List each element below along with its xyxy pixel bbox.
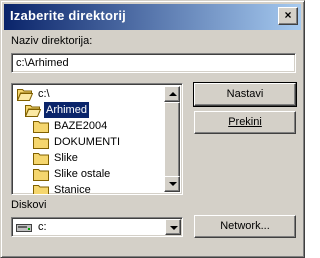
network-button[interactable]: Network...	[194, 215, 296, 238]
directory-item-label: Arhimed	[44, 102, 89, 118]
dir-name-input[interactable]: c:\Arhimed	[11, 53, 296, 73]
arrow-down-icon	[169, 182, 177, 186]
drives-dropdown-button[interactable]	[165, 219, 181, 235]
folder-open-icon	[24, 103, 42, 117]
directory-item-label: BAZE2004	[54, 120, 108, 132]
title-bar[interactable]: Izaberite direktorij ×	[4, 4, 301, 30]
directory-item-label: Slike	[54, 152, 78, 164]
window-title: Izaberite direktorij	[10, 8, 126, 23]
directory-item[interactable]: DOKUMENTI	[30, 134, 162, 150]
folder-icon	[33, 167, 49, 181]
folder-open-icon	[16, 87, 34, 101]
directory-item-label: Stanice	[54, 184, 91, 195]
arrow-up-icon	[169, 92, 177, 96]
dialog-window: Izaberite direktorij × Naziv direktorija…	[0, 0, 305, 258]
directory-item[interactable]: Slike ostale	[30, 166, 162, 182]
folder-icon	[33, 151, 49, 165]
close-button[interactable]: ×	[278, 7, 298, 25]
directory-item[interactable]: c:\	[14, 86, 162, 102]
folder-icon	[33, 119, 49, 133]
scroll-down-button[interactable]	[164, 176, 180, 192]
directory-item[interactable]: BAZE2004	[30, 118, 162, 134]
dir-name-value: c:\Arhimed	[16, 57, 69, 69]
folder-icon	[33, 135, 49, 149]
vertical-scrollbar[interactable]	[164, 86, 180, 192]
directory-item-label: DOKUMENTI	[54, 136, 120, 148]
directory-item-label: c:\	[38, 88, 50, 100]
directory-item-label: Slike ostale	[54, 168, 111, 180]
ok-button[interactable]: Nastavi	[193, 82, 297, 107]
chevron-down-icon	[170, 226, 178, 230]
directory-item[interactable]: Slike	[30, 150, 162, 166]
directory-item[interactable]: Arhimed	[22, 102, 162, 118]
scroll-thumb[interactable]	[164, 102, 180, 178]
directory-list[interactable]: c:\ Arhimed BAZE2004 DOKUMENTI Slike Slike os…	[11, 83, 183, 195]
folder-icon	[33, 183, 49, 194]
scroll-up-button[interactable]	[164, 86, 180, 102]
drive-icon	[16, 224, 32, 232]
drives-label: Diskovi	[11, 199, 47, 211]
drives-select[interactable]: c:	[11, 217, 183, 237]
cancel-button[interactable]: Prekini	[194, 111, 296, 134]
directory-item[interactable]: Stanice	[30, 182, 162, 195]
dir-name-label: Naziv direktorija:	[11, 35, 93, 47]
drives-value: c:	[38, 221, 47, 233]
